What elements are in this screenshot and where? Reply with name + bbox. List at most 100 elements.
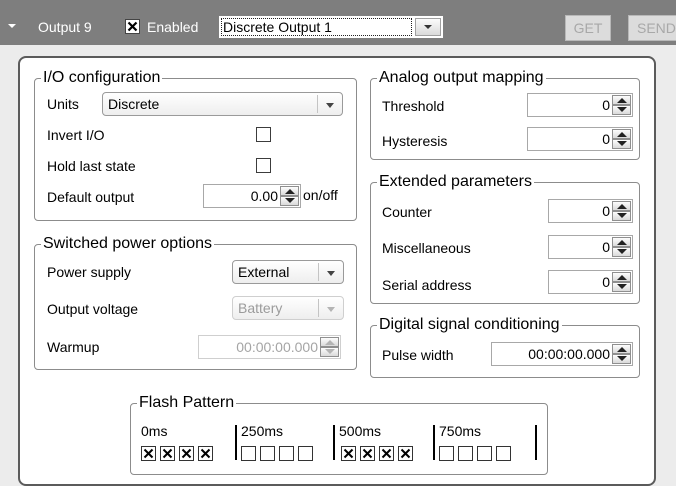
hysteresis-label: Hysteresis (382, 133, 448, 149)
miscellaneous-label: Miscellaneous (382, 240, 471, 256)
pulse-width-value: 00:00:00.000 (528, 346, 610, 362)
spin-down-icon[interactable] (612, 282, 631, 292)
checkmark-x-icon (343, 448, 354, 459)
output-select[interactable]: Discrete Output 1 (218, 15, 444, 39)
flash-cell-14[interactable] (477, 446, 492, 461)
get-button[interactable]: GET (565, 15, 611, 41)
counter-spinbox[interactable]: 0 (548, 199, 633, 223)
output-voltage-value: Battery (238, 300, 283, 316)
spin-up-icon[interactable] (612, 201, 631, 211)
hysteresis-spinbox[interactable]: 0 (527, 127, 633, 151)
output-select-dropdown-button[interactable] (415, 18, 441, 36)
miscellaneous-spinbox[interactable]: 0 (548, 235, 633, 259)
chevron-down-icon (424, 25, 432, 29)
power-supply-value: External (238, 264, 290, 280)
io-configuration-legend: I/O configuration (43, 69, 161, 86)
flash-cell-2[interactable] (179, 446, 194, 461)
spin-down-icon[interactable] (612, 139, 631, 149)
spin-down-icon[interactable] (280, 196, 299, 206)
output-voltage-dropdown[interactable]: Battery (232, 296, 344, 320)
flash-cell-10[interactable] (379, 446, 394, 461)
flash-divider (235, 425, 237, 460)
warmup-value: 00:00:00.000 (236, 339, 318, 355)
hysteresis-value: 0 (602, 131, 610, 147)
counter-label: Counter (382, 204, 432, 220)
spin-up-icon[interactable] (320, 337, 339, 347)
flash-cell-5[interactable] (260, 446, 275, 461)
spin-down-icon[interactable] (612, 105, 631, 115)
spin-up-icon[interactable] (612, 237, 631, 247)
flash-pattern-legend: Flash Pattern (139, 394, 235, 411)
threshold-label: Threshold (382, 98, 445, 114)
collapse-caret-icon[interactable] (8, 24, 16, 28)
checkmark-x-icon (381, 448, 392, 459)
units-dropdown[interactable]: Discrete (102, 92, 343, 116)
flash-cell-0[interactable] (141, 446, 156, 461)
checkmark-x-icon (400, 448, 411, 459)
default-output-unit: on/off (303, 187, 338, 203)
spin-down-icon[interactable] (612, 354, 631, 364)
flash-cell-7[interactable] (298, 446, 313, 461)
flash-cell-13[interactable] (458, 446, 473, 461)
flash-cell-4[interactable] (241, 446, 256, 461)
digital-signal-conditioning-legend: Digital signal conditioning (379, 316, 560, 333)
spin-up-icon[interactable] (280, 186, 299, 196)
spin-up-icon[interactable] (612, 344, 631, 354)
invert-io-checkbox[interactable] (256, 127, 271, 142)
flash-time-label-0: 0ms (141, 423, 168, 439)
enabled-label: Enabled (147, 19, 199, 35)
checkmark-x-icon (127, 21, 138, 32)
extended-parameters-legend: Extended parameters (379, 173, 532, 190)
power-supply-dropdown[interactable]: External (232, 260, 344, 284)
flash-time-label-3: 750ms (439, 423, 482, 439)
spin-up-icon[interactable] (612, 129, 631, 139)
flash-cell-6[interactable] (279, 446, 294, 461)
hold-last-state-checkbox[interactable] (256, 158, 271, 173)
hold-last-state-label: Hold last state (47, 158, 136, 174)
chevron-down-icon (327, 271, 335, 276)
flash-time-label-2: 500ms (339, 423, 382, 439)
pulse-width-label: Pulse width (382, 347, 454, 363)
spin-down-icon[interactable] (612, 247, 631, 257)
flash-cell-11[interactable] (398, 446, 413, 461)
default-output-value: 0.00 (250, 188, 278, 204)
flash-cell-15[interactable] (496, 446, 511, 461)
serial-address-label: Serial address (382, 277, 472, 293)
enabled-checkbox[interactable] (125, 19, 140, 34)
switched-power-legend: Switched power options (43, 235, 212, 252)
threshold-value: 0 (602, 97, 610, 113)
flash-cell-9[interactable] (360, 446, 375, 461)
dropdown-separator (318, 263, 319, 281)
invert-io-label: Invert I/O (47, 127, 105, 143)
units-value: Discrete (108, 96, 160, 112)
spin-up-icon[interactable] (612, 95, 631, 105)
spin-down-icon[interactable] (320, 347, 339, 357)
flash-cell-8[interactable] (341, 446, 356, 461)
spin-down-icon[interactable] (612, 211, 631, 221)
flash-cell-3[interactable] (198, 446, 213, 461)
spin-up-icon[interactable] (612, 272, 631, 282)
output-select-value: Discrete Output 1 (223, 19, 332, 35)
flash-cell-1[interactable] (160, 446, 175, 461)
serial-address-value: 0 (602, 274, 610, 290)
flash-cell-12[interactable] (439, 446, 454, 461)
flash-time-label-1: 250ms (241, 423, 284, 439)
checkmark-x-icon (181, 448, 192, 459)
miscellaneous-value: 0 (602, 239, 610, 255)
serial-address-spinbox[interactable]: 0 (548, 270, 633, 294)
send-button[interactable]: SEND (628, 15, 676, 41)
chevron-down-icon (326, 103, 334, 108)
units-label: Units (47, 96, 79, 112)
default-output-label: Default output (47, 189, 135, 205)
checkmark-x-icon (362, 448, 373, 459)
output-voltage-label: Output voltage (47, 301, 139, 317)
flash-divider (535, 425, 537, 460)
chevron-down-icon (327, 307, 335, 312)
checkmark-x-icon (162, 448, 173, 459)
analog-output-mapping-legend: Analog output mapping (379, 69, 544, 86)
pulse-width-spinbox[interactable]: 00:00:00.000 (491, 342, 633, 366)
threshold-spinbox[interactable]: 0 (527, 93, 633, 117)
dropdown-separator (318, 299, 319, 317)
default-output-spinbox[interactable]: 0.00 (203, 184, 301, 208)
warmup-spinbox[interactable]: 00:00:00.000 (198, 335, 341, 359)
